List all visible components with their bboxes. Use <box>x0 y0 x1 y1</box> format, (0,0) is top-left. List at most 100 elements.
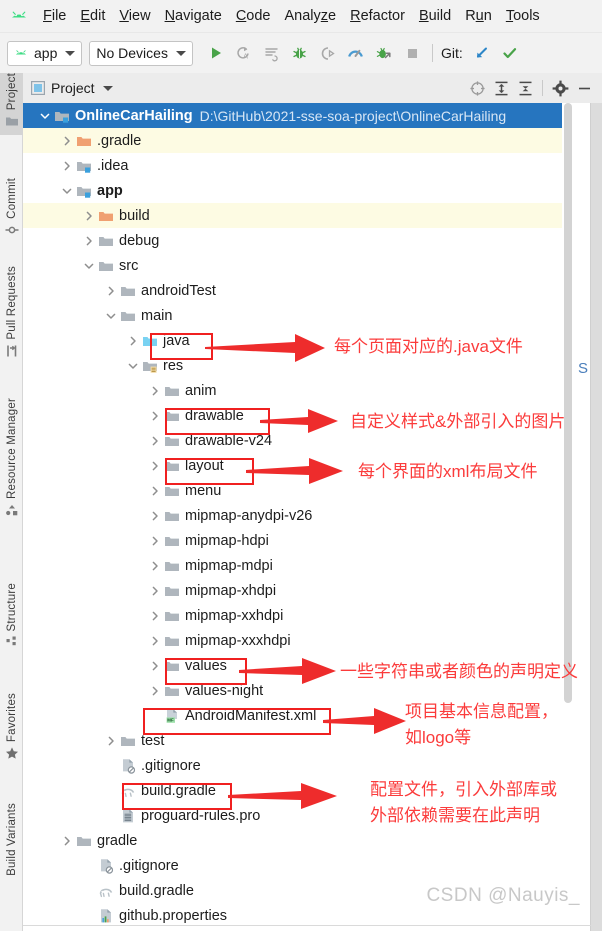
chevron-right-icon[interactable] <box>147 453 163 478</box>
menu-item-edit[interactable]: Edit <box>73 5 112 27</box>
chevron-right-icon[interactable] <box>125 328 141 353</box>
module-folder-icon <box>75 178 93 203</box>
tree-row[interactable]: OnlineCarHailing D:\GitHub\2021-sse-soa-p… <box>23 103 591 128</box>
collapse-all-icon[interactable] <box>513 76 537 100</box>
tree-row[interactable]: mipmap-xhdpi <box>23 578 591 603</box>
sidebar-item-label: Resource Manager <box>5 398 18 500</box>
chevron-right-icon[interactable] <box>147 428 163 453</box>
tree-row-label: main <box>141 307 173 324</box>
menu-item-run[interactable]: Run <box>458 5 499 27</box>
tree-row[interactable]: app <box>23 178 591 203</box>
chevron-down-icon[interactable] <box>102 85 113 91</box>
chevron-down-icon[interactable] <box>103 303 119 328</box>
menu-item-refactor[interactable]: Refactor <box>343 5 412 27</box>
tree-row[interactable]: debug <box>23 228 591 253</box>
debug-native-icon[interactable] <box>372 41 396 65</box>
apply-changes-icon[interactable] <box>260 41 284 65</box>
menu-item-view[interactable]: View <box>112 5 157 27</box>
menu-item-code[interactable]: Code <box>229 5 278 27</box>
tree-row[interactable]: mipmap-mdpi <box>23 553 591 578</box>
chevron-right-icon[interactable] <box>59 128 75 153</box>
tree-row[interactable]: mipmap-hdpi <box>23 528 591 553</box>
menu-item-build[interactable]: Build <box>412 5 458 27</box>
sidebar-item-commit[interactable]: Commit <box>0 178 23 244</box>
chevron-right-icon[interactable] <box>81 203 97 228</box>
expand-all-icon[interactable] <box>489 76 513 100</box>
tree-row[interactable]: src <box>23 253 591 278</box>
attach-debugger-icon[interactable] <box>316 41 340 65</box>
tree-row-label: proguard-rules.pro <box>141 807 261 824</box>
chevron-down-icon[interactable] <box>37 103 53 128</box>
module-folder-icon <box>53 103 71 128</box>
chevron-right-icon[interactable] <box>147 503 163 528</box>
tree-row[interactable]: mipmap-xxxhdpi <box>23 628 591 653</box>
chevron-right-icon[interactable] <box>103 728 119 753</box>
debug-icon[interactable] <box>288 41 312 65</box>
sidebar-item-resource-manager[interactable]: Resource Manager <box>0 398 23 524</box>
chevron-right-icon[interactable] <box>147 478 163 503</box>
tree-row-label: mipmap-xhdpi <box>185 582 277 599</box>
scrollbar-thumb[interactable] <box>564 103 572 703</box>
tree-row[interactable]: .gitignore <box>23 853 591 878</box>
chevron-down-icon[interactable] <box>125 353 141 378</box>
sidebar-item-structure[interactable]: Structure <box>0 583 23 656</box>
tree-row[interactable]: mipmap-xxhdpi <box>23 603 591 628</box>
annotation-text-gradle-line1: 配置文件，引入外部库或 <box>370 780 557 799</box>
tree-row[interactable]: main <box>23 303 591 328</box>
chevron-right-icon[interactable] <box>103 278 119 303</box>
chevron-right-icon[interactable] <box>147 553 163 578</box>
folder-icon <box>119 278 137 303</box>
tree-row[interactable]: gradle <box>23 828 591 853</box>
commit-icon[interactable] <box>498 41 522 65</box>
menu-item-navigate[interactable]: Navigate <box>158 5 229 27</box>
annotation-text-manifest-line1: 项目基本信息配置， <box>405 702 558 721</box>
rerun-autotest-icon[interactable]: A <box>232 41 256 65</box>
project-tree-scrollbar[interactable] <box>562 103 573 931</box>
chevron-right-icon[interactable] <box>147 603 163 628</box>
tree-row[interactable]: anim <box>23 378 591 403</box>
sidebar-item-build-variants[interactable]: Build Variants <box>0 803 23 876</box>
tree-row[interactable]: mipmap-anydpi-v26 <box>23 503 591 528</box>
tree-row-label: build <box>119 207 150 224</box>
run-configuration-selector[interactable]: app <box>7 40 83 66</box>
tree-row[interactable]: androidTest <box>23 278 591 303</box>
sidebar-item-favorites[interactable]: Favorites <box>0 693 23 767</box>
sidebar-item-pull-requests[interactable]: Pull Requests <box>0 266 23 365</box>
device-selector[interactable]: No Devices <box>89 40 193 66</box>
manifest-file-icon: MF <box>163 703 181 728</box>
menu-item-analyze[interactable]: Analyze <box>278 5 344 27</box>
settings-gear-icon[interactable] <box>548 76 572 100</box>
chevron-right-icon[interactable] <box>147 628 163 653</box>
chevron-right-icon[interactable] <box>147 378 163 403</box>
chevron-down-icon[interactable] <box>81 253 97 278</box>
tree-row-label: mipmap-anydpi-v26 <box>185 507 313 524</box>
chevron-right-icon[interactable] <box>147 403 163 428</box>
chevron-right-icon[interactable] <box>147 653 163 678</box>
sidebar-item-label: Commit <box>5 178 18 219</box>
folder-icon <box>163 603 181 628</box>
chevron-down-icon[interactable] <box>59 178 75 203</box>
hide-panel-icon[interactable] <box>572 76 596 100</box>
chevron-right-icon[interactable] <box>147 678 163 703</box>
profiler-icon[interactable] <box>344 41 368 65</box>
main-toolbar: app No Devices A Git: <box>0 33 602 73</box>
tree-row[interactable]: .gradle <box>23 128 591 153</box>
menu-item-tools[interactable]: Tools <box>499 5 547 27</box>
update-project-icon[interactable] <box>470 41 494 65</box>
tree-row[interactable]: .idea <box>23 153 591 178</box>
run-icon[interactable] <box>204 41 228 65</box>
tree-row[interactable]: test <box>23 728 591 753</box>
tree-row[interactable]: build <box>23 203 591 228</box>
select-opened-file-icon[interactable] <box>465 76 489 100</box>
chevron-right-icon[interactable] <box>59 828 75 853</box>
chevron-right-icon[interactable] <box>81 228 97 253</box>
tree-row-label: debug <box>119 232 160 249</box>
chevron-right-icon[interactable] <box>147 528 163 553</box>
menu-item-file[interactable]: File <box>36 5 73 27</box>
left-tool-strip: Project Commit Pull Requests Resource Ma… <box>0 73 23 931</box>
chevron-right-icon[interactable] <box>147 578 163 603</box>
tree-row-label: github.properties <box>119 907 228 924</box>
chevron-right-icon[interactable] <box>59 153 75 178</box>
tree-row[interactable]: .gitignore <box>23 753 591 778</box>
sidebar-item-project[interactable]: Project <box>0 73 23 136</box>
